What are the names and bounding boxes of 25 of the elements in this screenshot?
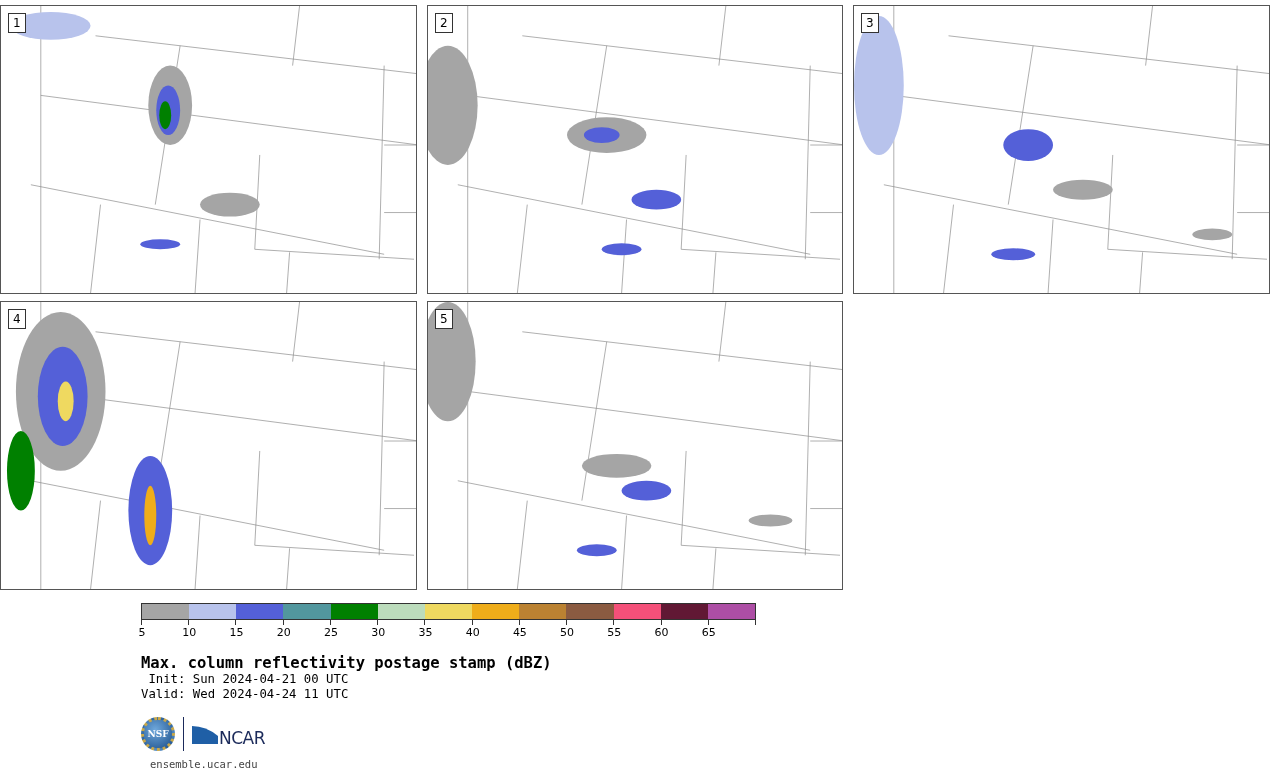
- nsf-logo: NSF: [141, 717, 175, 751]
- ncar-logo: NCAR: [219, 728, 266, 748]
- tick-label: 15: [229, 626, 244, 639]
- panel-number: 1: [8, 13, 26, 33]
- tick-label: 50: [560, 626, 575, 639]
- website-url: ensemble.ucar.edu: [149, 758, 259, 770]
- chart-title: Max. column reflectivity postage stamp (dBZ): [141, 654, 553, 672]
- panel-number: 4: [8, 309, 26, 329]
- valid-time: Valid: Wed 2024-04-24 11 UTC: [141, 687, 350, 702]
- tick-label: 20: [276, 626, 291, 639]
- panel-number: 3: [861, 13, 879, 33]
- tick-label: 40: [465, 626, 480, 639]
- swoosh-icon: [192, 724, 218, 744]
- tick-label: 55: [607, 626, 622, 639]
- tick-label: 25: [323, 626, 338, 639]
- tick-label: 5: [138, 626, 146, 639]
- tick-label: 60: [654, 626, 669, 639]
- tick-label: 35: [418, 626, 433, 639]
- panel-number: 2: [435, 13, 453, 33]
- tick-label: 10: [182, 626, 197, 639]
- tick-label: 30: [371, 626, 386, 639]
- tick-label: 65: [701, 626, 716, 639]
- panel-number: 5: [435, 309, 453, 329]
- init-time: Init: Sun 2024-04-21 00 UTC: [147, 672, 350, 687]
- tick-label: 45: [512, 626, 527, 639]
